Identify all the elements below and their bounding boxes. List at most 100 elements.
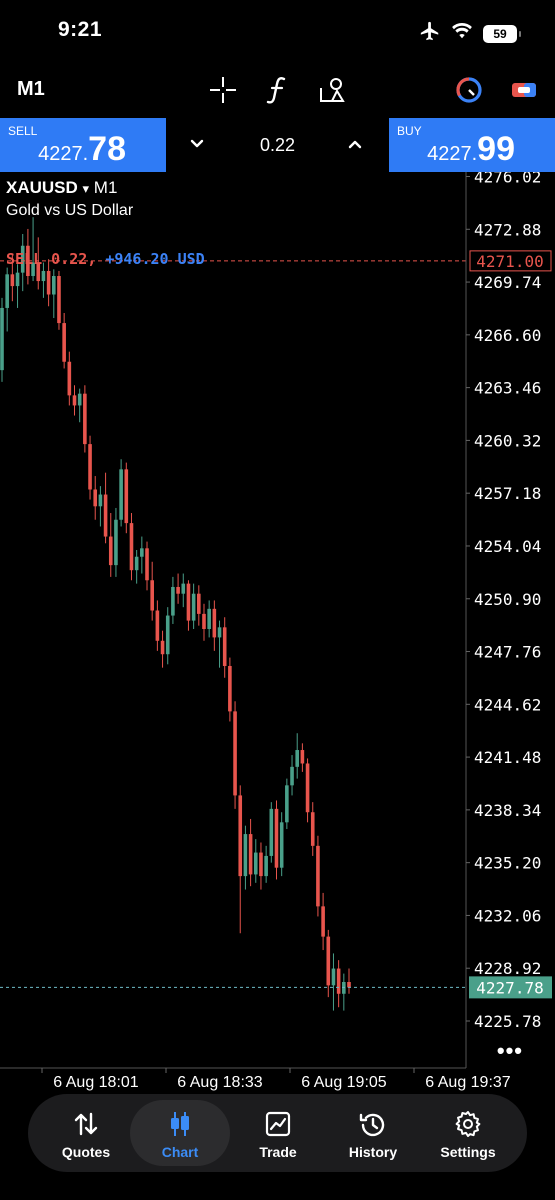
y-tick-label: 4263.46	[474, 379, 541, 398]
chart-toolbar: M1	[0, 66, 555, 114]
candle-body	[321, 906, 325, 937]
y-tick-label: 4254.04	[474, 537, 541, 556]
candle-body	[83, 393, 87, 445]
candle-body	[191, 593, 196, 621]
symbol-dropdown-icon: ▾	[82, 181, 90, 196]
quotes-icon	[36, 1110, 136, 1138]
candle-body	[300, 750, 305, 764]
y-tick-label: 4269.74	[474, 273, 541, 292]
candle-body	[212, 608, 217, 638]
candle-body	[186, 583, 191, 621]
y-tick-label: 4266.60	[474, 326, 541, 345]
symbol-name: XAUUSD	[6, 178, 78, 197]
crosshair-icon[interactable]	[207, 74, 239, 106]
y-tick-label: 4247.76	[474, 643, 541, 662]
candle-body	[93, 489, 98, 507]
candle-body	[279, 822, 284, 868]
symbol-timeframe: M1	[93, 178, 118, 197]
candle-body	[108, 536, 113, 566]
y-tick-label: 4238.34	[474, 801, 541, 820]
candle-body	[0, 307, 4, 371]
buy-button[interactable]: BUY 4227.99	[389, 118, 555, 172]
candle-body	[253, 852, 258, 875]
candle-body	[310, 812, 315, 846]
candle-body	[103, 494, 108, 537]
candle-body	[326, 936, 331, 986]
x-tick-label: 6 Aug 18:33	[177, 1074, 263, 1091]
candle-body	[46, 270, 51, 295]
candlestick-chart[interactable]: 4271.00 4227.78 4276.02 4272.88 4269.74 4266…	[0, 172, 555, 1092]
y-tick-label: 4235.20	[474, 854, 541, 873]
position-side-volume: SELL 0.22,	[6, 250, 97, 268]
y-tick-label: 4228.92	[474, 959, 541, 978]
position-label[interactable]: SELL 0.22, +946.20 USD	[6, 250, 205, 268]
candle-body	[316, 845, 320, 907]
nav-trade[interactable]: Trade	[228, 1100, 328, 1166]
y-tick-label: 4276.02	[474, 172, 541, 187]
candle-body	[269, 808, 274, 856]
symbol-header[interactable]: XAUUSD ▾ M1	[6, 178, 117, 198]
nav-quotes[interactable]: Quotes	[36, 1100, 136, 1166]
x-tick-label: 6 Aug 19:37	[425, 1074, 511, 1091]
candle-body	[5, 274, 9, 308]
candle-body	[259, 852, 263, 877]
x-tick-label: 6 Aug 18:01	[53, 1074, 139, 1091]
candle-body	[77, 393, 82, 406]
sell-label: SELL	[8, 124, 38, 138]
candle-body	[150, 580, 154, 611]
candle-body	[140, 548, 144, 557]
candle-body	[331, 968, 336, 986]
candle-body	[176, 586, 180, 594]
candle-body	[228, 665, 232, 712]
candle-body	[274, 808, 279, 868]
candle-body	[207, 608, 211, 630]
candle-body	[129, 523, 134, 571]
timeframe-button[interactable]: M1	[17, 78, 45, 101]
buy-price: 4227.99	[427, 130, 515, 168]
candle-body	[290, 766, 294, 786]
candle-body	[72, 395, 77, 406]
status-icons: 59	[419, 20, 521, 47]
sell-button[interactable]: SELL 4227.78	[0, 118, 166, 172]
sell-price: 4227.78	[38, 130, 126, 168]
objects-icon[interactable]	[316, 74, 348, 106]
candle-body	[165, 615, 170, 655]
nav-history[interactable]: History	[323, 1100, 423, 1166]
one-click-trade-bar: SELL 4227.78 0.22 BUY 4227.99	[0, 118, 555, 172]
volume-increase-button[interactable]	[344, 133, 366, 155]
candle-body	[10, 274, 15, 287]
bottom-navigation: Quotes Chart Trade History Settings	[28, 1094, 527, 1172]
candlestick-icon	[130, 1110, 230, 1138]
candle-body	[336, 968, 341, 994]
candle-body	[119, 469, 123, 520]
candle-body	[222, 627, 227, 666]
volume-control: 0.22	[166, 118, 389, 172]
candle-body	[171, 586, 175, 616]
nav-settings[interactable]: Settings	[418, 1100, 518, 1166]
candle-body	[88, 444, 92, 490]
more-options-icon[interactable]: •••	[497, 1038, 523, 1064]
position-profit: +946.20 USD	[105, 250, 205, 268]
price-chart[interactable]: 4271.00 4227.78 4276.02 4272.88 4269.74 4266…	[0, 172, 555, 1092]
candle-body	[197, 593, 201, 614]
candle-body	[160, 640, 165, 655]
candle-body	[124, 469, 129, 524]
candle-body	[181, 583, 186, 594]
nav-chart[interactable]: Chart	[130, 1100, 230, 1166]
candle-body	[264, 855, 268, 877]
trade-chart-icon	[228, 1110, 328, 1138]
candle-body	[155, 610, 160, 641]
y-tick-label: 4241.48	[474, 748, 541, 767]
trade-panel-icon[interactable]	[508, 74, 540, 106]
one-click-trading-icon[interactable]	[453, 74, 485, 106]
indicators-icon[interactable]	[262, 74, 294, 106]
candle-body	[285, 785, 289, 823]
candle-body	[305, 763, 310, 813]
status-time: 9:21	[58, 18, 103, 41]
candle-body	[248, 834, 253, 875]
history-icon	[323, 1110, 423, 1138]
y-tick-label: 4232.06	[474, 906, 541, 925]
gear-icon	[418, 1110, 518, 1138]
candle-body	[238, 795, 243, 877]
candle-body	[145, 548, 149, 581]
